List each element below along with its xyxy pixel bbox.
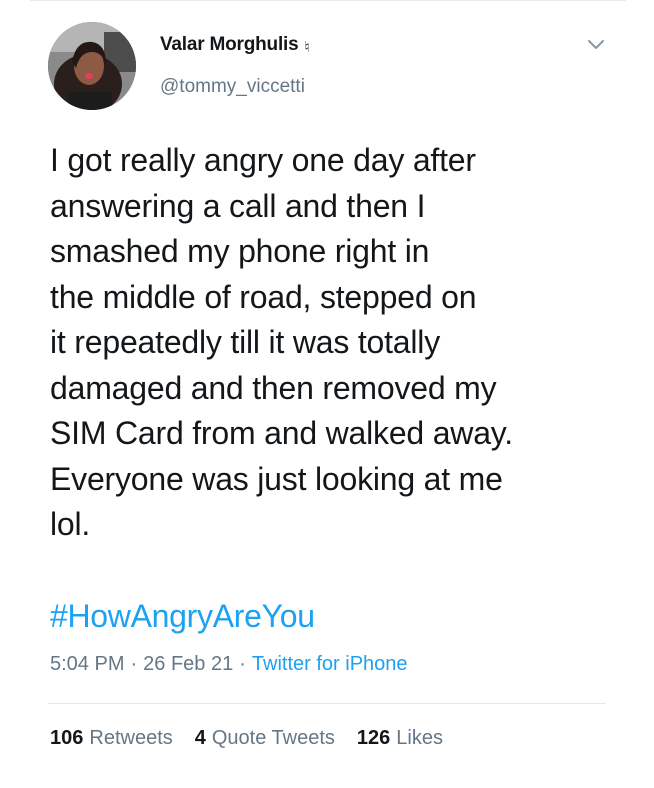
author-handle[interactable]: @tommy_viccetti bbox=[160, 76, 305, 98]
tweet-text-line: SIM Card from and walked away. bbox=[50, 415, 513, 451]
meta-separator: · bbox=[239, 653, 246, 675]
tweet-source-link[interactable]: Twitter for iPhone bbox=[252, 653, 408, 675]
likes-count: 126 bbox=[356, 727, 391, 749]
retweets-count: 106 bbox=[50, 727, 84, 749]
tweet-text-line: damaged and then removed my bbox=[50, 369, 497, 406]
tweet-text-line: the middle of road, stepped on bbox=[50, 278, 477, 315]
tweet-stats: 106 Retweets 4 Quote Tweets 126 Likes bbox=[50, 727, 443, 750]
author-display-name[interactable]: Valar Morghulis bbox=[160, 34, 299, 56]
top-divider bbox=[30, 0, 626, 1]
tweet-text-line: lol. bbox=[50, 506, 91, 542]
chevron-down-icon[interactable] bbox=[586, 38, 606, 52]
quote-tweets-stat[interactable]: 4 Quote Tweets bbox=[195, 727, 335, 750]
tweet-meta: 5:04 PM · 26 Feb 21 · Twitter for iPhone bbox=[50, 653, 408, 676]
author-name-row[interactable]: Valar Morghulis ♮ bbox=[160, 34, 310, 56]
tweet-text-line: Everyone was just looking at me bbox=[50, 460, 503, 497]
stats-divider bbox=[48, 703, 606, 704]
name-symbol: ♮ bbox=[304, 39, 310, 56]
avatar[interactable] bbox=[48, 22, 136, 110]
tweet-text: I got really angry one day after answeri… bbox=[50, 138, 610, 548]
tweet-time[interactable]: 5:04 PM bbox=[50, 653, 124, 675]
likes-label: Likes bbox=[396, 727, 443, 749]
tweet-text-line: I got really angry one day after bbox=[50, 142, 476, 178]
retweets-label: Retweets bbox=[89, 727, 173, 749]
quote-tweets-count: 4 bbox=[194, 727, 206, 749]
avatar-image bbox=[48, 22, 136, 110]
likes-stat[interactable]: 126 Likes bbox=[357, 727, 443, 750]
tweet-text-line: smashed my phone right in bbox=[50, 233, 430, 269]
tweet-date[interactable]: 26 Feb 21 bbox=[143, 653, 233, 675]
tweet-text-line: it repeatedly till it was totally bbox=[50, 324, 441, 360]
hashtag-link[interactable]: #HowAngryAreYou bbox=[50, 598, 315, 635]
retweets-stat[interactable]: 106 Retweets bbox=[50, 727, 173, 750]
tweet-text-line: answering a call and then I bbox=[50, 187, 426, 224]
quote-tweets-label: Quote Tweets bbox=[211, 727, 335, 749]
meta-separator: · bbox=[130, 653, 138, 675]
